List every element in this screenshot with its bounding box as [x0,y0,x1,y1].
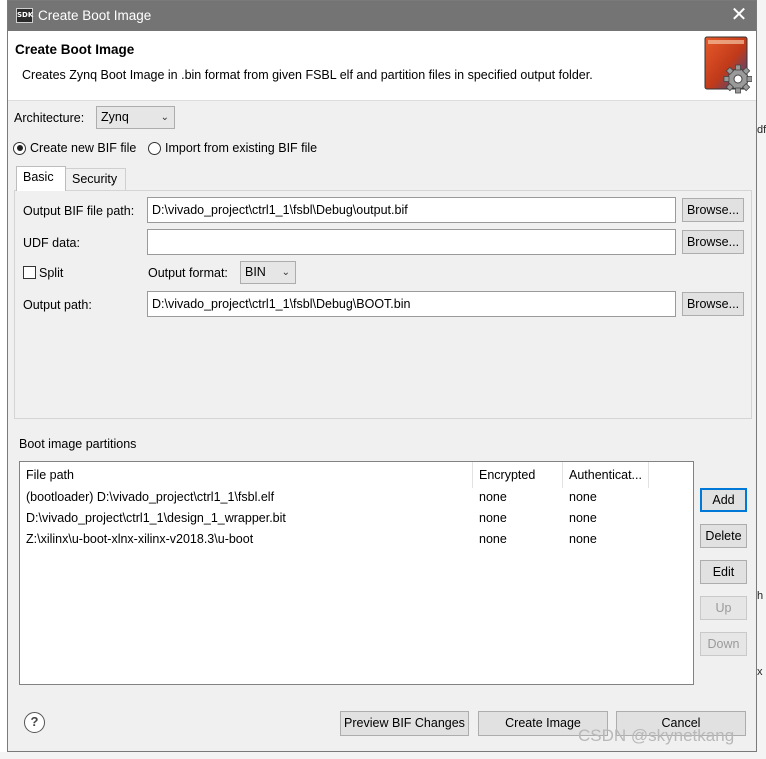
cell-authenticated: none [569,532,597,546]
header-title: Create Boot Image [15,42,135,57]
dialog-header: Create Boot Image Creates Zynq Boot Imag… [8,31,756,101]
delete-partition-button[interactable]: Delete [700,524,747,548]
background-text-fragment: h [757,590,764,602]
header-description: Creates Zynq Boot Image in .bin format f… [22,68,593,82]
table-row[interactable]: D:\vivado_project\ctrl1_1\design_1_wrapp… [20,508,692,529]
output-bif-path-input[interactable]: D:\vivado_project\ctrl1_1\fsbl\Debug\out… [147,197,676,223]
import-existing-bif-label: Import from existing BIF file [165,141,318,155]
create-new-bif-label: Create new BIF file [30,141,137,155]
cell-file-path: D:\vivado_project\ctrl1_1\design_1_wrapp… [26,511,286,525]
move-up-button[interactable]: Up [700,596,747,620]
tab-security[interactable]: Security [65,168,126,191]
column-header-encrypted[interactable]: Encrypted [473,462,562,488]
column-header-authenticated[interactable]: Authenticat... [563,462,648,488]
chevron-down-icon: ⌄ [281,267,290,278]
sdk-app-icon: SDK [16,8,33,23]
move-down-button[interactable]: Down [700,632,747,656]
table-row[interactable]: Z:\xilinx\u-boot-xlnx-xilinx-v2018.3\u-b… [20,529,692,550]
output-format-value: BIN [245,265,266,279]
cell-encrypted: none [479,511,507,525]
output-bif-label: Output BIF file path: [23,204,135,218]
cell-encrypted: none [479,490,507,504]
background-text-fragment: x [757,666,763,678]
udf-data-input[interactable] [147,229,676,255]
tab-basic[interactable]: Basic [16,166,66,191]
cell-encrypted: none [479,532,507,546]
architecture-value: Zynq [101,110,129,124]
csdn-watermark: CSDN @skynetkang [578,726,735,745]
boot-partitions-table[interactable]: File path Encrypted Authenticat... (boot… [19,461,694,685]
output-format-label: Output format: [148,266,228,280]
background-window-strip-bottom [0,752,766,759]
architecture-select[interactable]: Zynq ⌄ [96,106,175,129]
udf-data-label: UDF data: [23,236,80,250]
background-window-strip: df h x [756,0,766,759]
cell-file-path: (bootloader) D:\vivado_project\ctrl1_1\f… [26,490,275,504]
architecture-label: Architecture: [14,111,85,125]
background-text-fragment: df [757,124,766,136]
table-row[interactable]: (bootloader) D:\vivado_project\ctrl1_1\f… [20,487,692,508]
radio-selected-icon [13,141,26,155]
title-bar[interactable]: SDK Create Boot Image ✕ [8,1,756,31]
create-boot-image-dialog: SDK Create Boot Image ✕ Create Boot Imag… [7,0,757,752]
cell-authenticated: none [569,490,597,504]
create-new-bif-radio[interactable]: Create new BIF file [13,141,136,155]
cell-authenticated: none [569,511,597,525]
chevron-down-icon: ⌄ [160,112,169,123]
split-label: Split [39,266,64,280]
output-format-select[interactable]: BIN ⌄ [240,261,296,284]
radio-unselected-icon [148,141,161,155]
import-existing-bif-radio[interactable]: Import from existing BIF file [148,141,317,155]
help-icon[interactable]: ? [24,712,45,733]
preview-bif-changes-button[interactable]: Preview BIF Changes [340,711,469,736]
boot-image-gear-icon [704,36,752,94]
column-header-file-path[interactable]: File path [20,462,472,488]
window-title: Create Boot Image [38,8,152,23]
output-path-label: Output path: [23,298,92,312]
browse-output-path-button[interactable]: Browse... [682,292,744,316]
column-divider [648,462,649,488]
boot-partitions-label: Boot image partitions [19,437,137,451]
edit-partition-button[interactable]: Edit [700,560,747,584]
add-partition-button[interactable]: Add [700,488,747,512]
browse-udf-button[interactable]: Browse... [682,230,744,254]
browse-output-bif-button[interactable]: Browse... [682,198,744,222]
split-checkbox[interactable] [23,266,36,279]
close-icon[interactable]: ✕ [728,4,750,26]
cell-file-path: Z:\xilinx\u-boot-xlnx-xilinx-v2018.3\u-b… [26,532,254,546]
output-path-input[interactable]: D:\vivado_project\ctrl1_1\fsbl\Debug\BOO… [147,291,676,317]
